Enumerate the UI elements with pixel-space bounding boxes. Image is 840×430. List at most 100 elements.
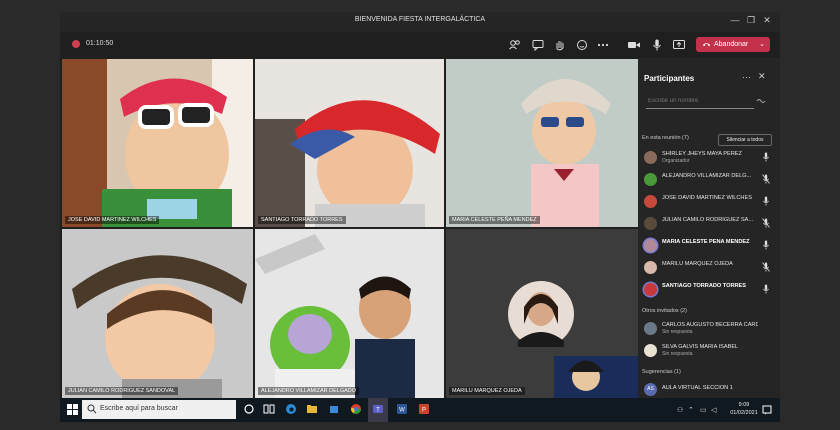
participant-name-label: SANTIAGO TORRADO TORRES [258, 216, 346, 224]
leave-button[interactable]: Abandonar ⌄ [696, 37, 770, 52]
taskbar-search-box[interactable]: Escribe aquí para buscar [82, 400, 236, 419]
mic-icon [763, 240, 769, 250]
participant-search-input[interactable] [646, 94, 754, 109]
participant-video [62, 229, 253, 398]
raise-hand-icon[interactable] [552, 37, 568, 53]
participant-row[interactable]: MARILU MARQUEZ OJEDA [644, 259, 774, 277]
taskbar: Escribe aquí para buscar T W P ⚇ ⌃ ▭ ◁ 9… [60, 398, 780, 422]
suggestion-row[interactable]: AS AULA VIRTUAL SECCION 1 [644, 381, 774, 399]
mic-icon [763, 196, 769, 206]
invitee-row[interactable]: CARLOS AUGUSTO BECERRA CARDE... Sin resp… [644, 320, 774, 338]
invitee-status: Sin respuesta [662, 351, 693, 357]
network-icon[interactable]: ▭ [700, 406, 707, 414]
maximize-button[interactable]: ❐ [744, 15, 758, 26]
participants-icon[interactable] [507, 37, 523, 53]
mic-off-icon [762, 218, 770, 228]
invitee-name: SILVA GALVIS MARIA ISABEL [662, 344, 739, 350]
system-clock[interactable]: 9:09 01/02/2021 [730, 401, 758, 417]
avatar [644, 344, 657, 357]
invitee-status: Sin respuesta [662, 329, 693, 335]
video-tile[interactable]: JULIAN CAMILO RODRIGUEZ SANDOVAL [62, 229, 253, 398]
participant-video [255, 59, 444, 227]
search-icon [87, 404, 97, 414]
notifications-icon[interactable] [762, 405, 772, 415]
chat-icon[interactable] [530, 37, 546, 53]
participant-name: ALEJANDRO VILLAMIZAR DELG... [662, 173, 752, 179]
avatar [644, 217, 657, 230]
task-view-icon[interactable] [263, 403, 275, 415]
volume-icon[interactable]: ◁ [711, 406, 716, 414]
reactions-icon[interactable] [574, 37, 590, 53]
video-tile[interactable]: JOSE DAVID MARTINEZ WILCHES [62, 59, 253, 227]
mic-icon [763, 284, 769, 294]
participant-video [446, 59, 638, 227]
avatar [644, 195, 657, 208]
in-meeting-header[interactable]: En esta reunión (7) [642, 135, 689, 141]
powerpoint-icon[interactable]: P [418, 403, 430, 415]
close-window-button[interactable]: ✕ [760, 15, 774, 26]
person-icon[interactable]: ⚇ [677, 406, 683, 414]
meeting-timer: 01:10:50 [86, 40, 114, 47]
participant-row[interactable]: ALEJANDRO VILLAMIZAR DELG... [644, 171, 774, 189]
recording-indicator-icon [72, 40, 80, 48]
teams-icon[interactable]: T [372, 403, 384, 415]
svg-text:W: W [399, 408, 405, 414]
chrome-icon[interactable] [350, 403, 362, 415]
svg-text:T: T [376, 408, 380, 414]
video-tile[interactable]: MARILU MARQUEZ OJEDA [446, 229, 638, 398]
participant-video [62, 59, 253, 227]
share-screen-icon[interactable] [671, 37, 687, 53]
video-tile[interactable]: ALEJANDRO VILLAMIZAR DELGADO [255, 229, 444, 398]
participant-name-label: ALEJANDRO VILLAMIZAR DELGADO [258, 387, 360, 395]
store-icon[interactable] [328, 403, 340, 415]
mute-all-button[interactable]: Silenciar a todos [718, 134, 772, 146]
video-tile[interactable]: SANTIAGO TORRADO TORRES [255, 59, 444, 227]
participant-name: SANTIAGO TORRADO TORRES [662, 283, 747, 289]
avatar [644, 283, 657, 296]
panel-title: Participantes [644, 74, 695, 83]
more-icon[interactable] [595, 37, 611, 53]
mic-icon [763, 152, 769, 162]
clock-time: 9:09 [738, 402, 750, 408]
meeting-toolbar: 01:10:50 Abandonar ⌄ [60, 32, 780, 58]
avatar-initials: AS [644, 383, 657, 396]
participant-role: Organizador [662, 158, 690, 164]
participant-name: SHIRLEY JHEYS MAYA PEREZ [662, 151, 742, 157]
share-invite-icon[interactable] [756, 97, 766, 105]
word-icon[interactable]: W [396, 403, 408, 415]
file-explorer-icon[interactable] [306, 403, 318, 415]
panel-close-icon[interactable]: ✕ [758, 71, 766, 82]
title-bar: BIENVENIDA FIESTA INTERGALÁCTICA — ❐ ✕ [60, 12, 780, 32]
participant-row[interactable]: MARIA CELESTE PEÑA MENDEZ [644, 237, 774, 255]
minimize-button[interactable]: — [728, 15, 742, 25]
teams-window: BIENVENIDA FIESTA INTERGALÁCTICA — ❐ ✕ 0… [60, 12, 780, 398]
avatar [644, 239, 657, 252]
clock-date: 01/02/2021 [730, 410, 758, 416]
chevron-down-icon[interactable]: ⌄ [759, 40, 765, 48]
panel-more-icon[interactable]: ··· [742, 72, 751, 82]
mic-icon[interactable] [649, 37, 665, 53]
camera-icon[interactable] [626, 37, 642, 53]
video-grid: JOSE DAVID MARTINEZ WILCHES SANTIAGO TOR… [62, 59, 638, 398]
participant-row[interactable]: JOSE DAVID MARTINEZ WILCHES [644, 193, 774, 211]
participant-name-label: JOSE DAVID MARTINEZ WILCHES [65, 216, 160, 224]
other-invitees-header[interactable]: Otros invitados (2) [642, 308, 687, 314]
participant-row[interactable]: SANTIAGO TORRADO TORRES [644, 281, 774, 299]
edge-browser-icon[interactable] [285, 403, 297, 415]
leave-label: Abandonar [714, 40, 749, 48]
mic-off-icon [762, 174, 770, 184]
taskbar-search-placeholder: Escribe aquí para buscar [100, 405, 178, 412]
participant-row[interactable]: SHIRLEY JHEYS MAYA PEREZ Organizador [644, 149, 774, 167]
windows-start-icon[interactable] [67, 404, 78, 415]
invitee-row[interactable]: SILVA GALVIS MARIA ISABEL Sin respuesta [644, 342, 774, 360]
video-tile[interactable]: MARIA CELESTE PEÑA MENDEZ [446, 59, 638, 227]
suggestions-header[interactable]: Sugerencias (1) [642, 369, 681, 375]
participant-name-label: MARIA CELESTE PEÑA MENDEZ [449, 216, 540, 224]
svg-text:P: P [422, 408, 426, 414]
chevron-up-icon[interactable]: ⌃ [688, 406, 694, 414]
cortana-icon[interactable] [243, 403, 255, 415]
participant-name: MARILU MARQUEZ OJEDA [662, 261, 733, 267]
participant-row[interactable]: JULIAN CAMILO RODRIGUEZ SA... [644, 215, 774, 233]
invitee-name: CARLOS AUGUSTO BECERRA CARDE... [662, 322, 758, 328]
participant-avatar-view [508, 281, 638, 398]
